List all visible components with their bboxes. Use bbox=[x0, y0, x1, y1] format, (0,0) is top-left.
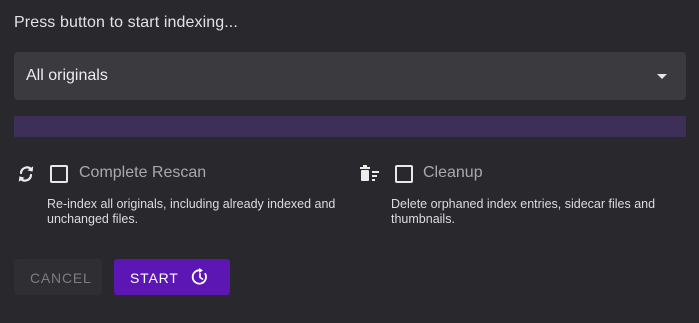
cleanup-checkbox[interactable] bbox=[395, 165, 413, 183]
cleanup-option: Cleanup bbox=[340, 162, 680, 186]
cleanup-hint-line: Delete orphaned index entries, sidecar f… bbox=[391, 197, 656, 211]
source-select[interactable]: All originals bbox=[14, 52, 686, 100]
indexing-progress-bar bbox=[14, 116, 686, 137]
restart-icon bbox=[191, 268, 207, 285]
dropdown-caret-icon bbox=[657, 74, 667, 79]
status-text: Press button to start indexing... bbox=[14, 14, 238, 31]
rescan-option: Complete Rescan bbox=[0, 162, 340, 186]
index-panel: Press button to start indexing... All or… bbox=[0, 0, 699, 323]
rescan-hint-line: Re-index all originals, including alread… bbox=[47, 197, 336, 211]
start-button[interactable]: START bbox=[114, 259, 230, 295]
start-button-label: START bbox=[130, 270, 179, 286]
cleanup-hint-line: thumbnails. bbox=[391, 212, 455, 226]
rescan-checkbox[interactable] bbox=[50, 165, 68, 183]
rescan-hint-line: unchanged files. bbox=[47, 212, 139, 226]
cancel-button[interactable]: CANCEL bbox=[14, 259, 102, 295]
rescan-label[interactable]: Complete Rescan bbox=[79, 164, 206, 182]
refresh-icon bbox=[18, 166, 34, 182]
cleanup-hint: Delete orphaned index entries, sidecar f… bbox=[391, 197, 655, 227]
source-select-value: All originals bbox=[26, 67, 108, 84]
rescan-hint: Re-index all originals, including alread… bbox=[47, 197, 335, 227]
delete-sweep-icon bbox=[360, 165, 379, 181]
cleanup-label[interactable]: Cleanup bbox=[423, 164, 483, 182]
cancel-button-label: CANCEL bbox=[30, 270, 92, 286]
